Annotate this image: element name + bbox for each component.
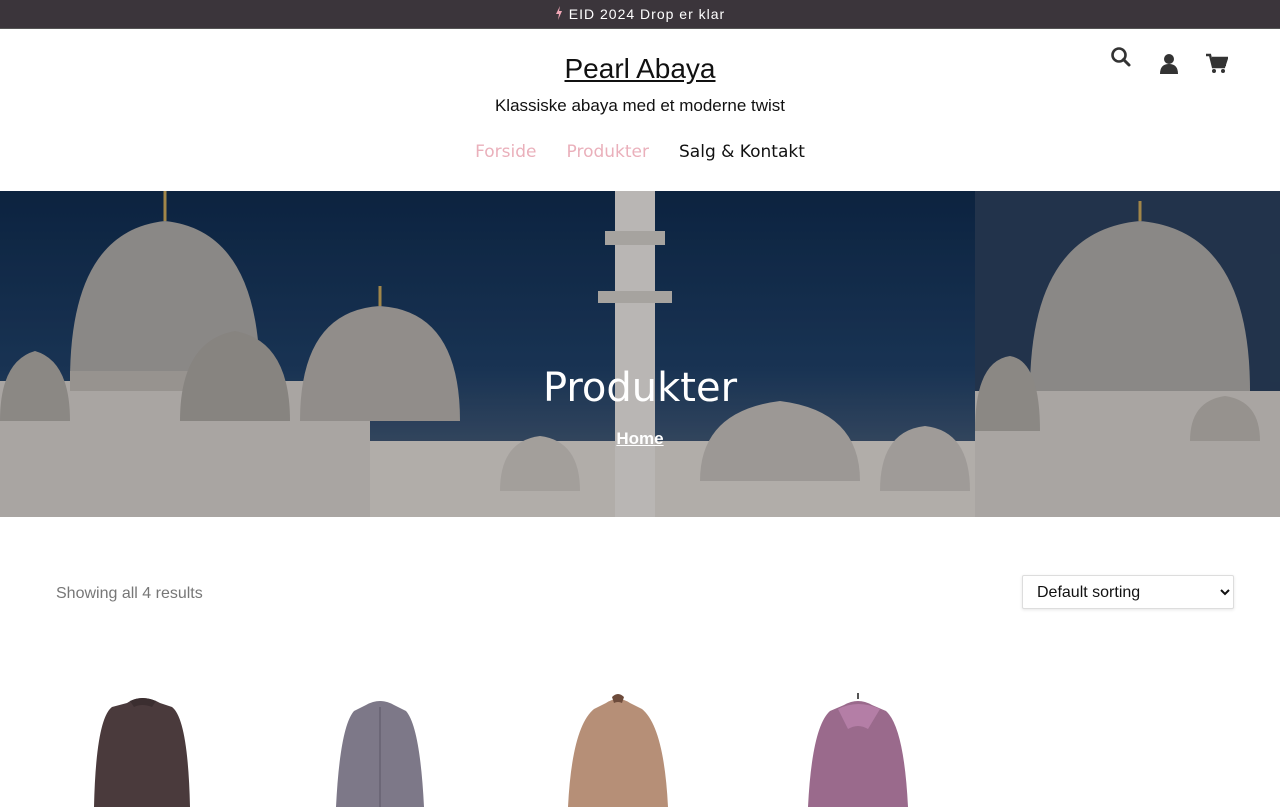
breadcrumb-home[interactable]: Home [0,429,1280,449]
announcement-text: EID 2024 Drop er klar [568,6,726,22]
page-title: Produkter [542,365,738,411]
product-card[interactable] [280,667,480,807]
product-card[interactable] [758,667,958,807]
product-image [808,693,908,807]
product-image [568,694,668,807]
lightning-bolt-icon [555,5,563,23]
announcement-bar: EID 2024 Drop er klar [0,0,1280,29]
hero-overlay [0,191,1280,517]
page-hero-banner: Produkter Home [0,191,1280,517]
site-title[interactable]: Pearl Abaya [0,53,1280,85]
nav-item-forside[interactable]: Forside [475,142,536,162]
nav-item-produkter[interactable]: Produkter [567,142,650,162]
site-header: Pearl Abaya Klassiske abaya med et moder… [0,29,1280,191]
result-count: Showing all 4 results [56,585,203,602]
product-card[interactable] [518,667,718,807]
cart-icon[interactable] [1206,53,1229,75]
nav-item-salg-kontakt[interactable]: Salg & Kontakt [679,142,805,162]
shop-toolbar: Showing all 4 results Default sorting [0,517,1280,667]
product-card[interactable] [42,667,242,807]
site-tagline: Klassiske abaya med et moderne twist [494,96,786,115]
header-icons [1110,39,1229,75]
user-icon[interactable] [1158,53,1180,75]
product-image [94,698,190,807]
product-grid [0,667,1280,807]
main-navigation: Forside Produkter Salg & Kontakt [0,142,1280,162]
sorting-select[interactable]: Default sorting [1022,575,1234,609]
search-icon[interactable] [1110,46,1132,68]
product-image [336,701,424,807]
